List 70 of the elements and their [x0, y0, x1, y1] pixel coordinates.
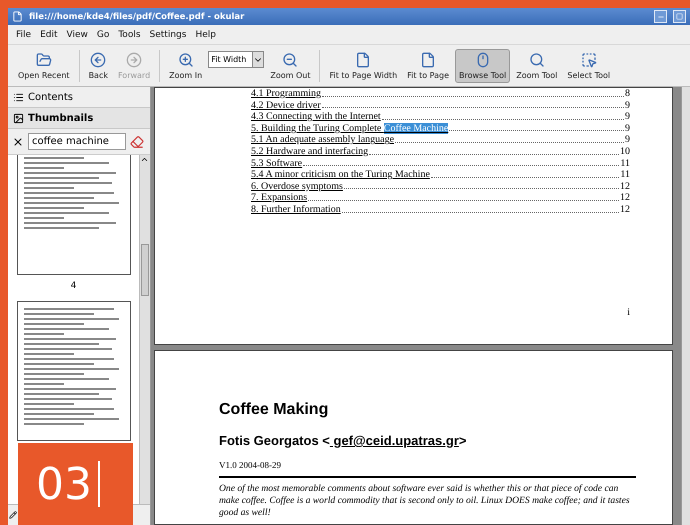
eraser-icon[interactable]: [130, 134, 144, 148]
toc-link[interactable]: 6. Overdose symptoms: [251, 180, 343, 192]
toolbar-button[interactable]: Open Recent: [14, 48, 74, 82]
toc-page-number: 9: [625, 100, 630, 112]
menu-item[interactable]: Go: [96, 30, 110, 40]
toc-page-number: 9: [625, 134, 630, 146]
menu-item[interactable]: Edit: [40, 30, 58, 40]
toc-link[interactable]: 5. Building the Turing Complete Coffee Machine: [251, 122, 448, 134]
toolbar-button[interactable]: Select Tool: [563, 48, 614, 82]
scrollbar[interactable]: [681, 87, 690, 525]
app-icon: [12, 11, 23, 22]
pencil-icon[interactable]: [9, 511, 17, 519]
toc-page-number: 12: [620, 192, 630, 204]
menu-item[interactable]: Help: [195, 30, 216, 40]
toc-link[interactable]: 4.3 Connecting with the Internet: [251, 111, 381, 123]
toc-link[interactable]: 5.3 Software: [251, 158, 302, 170]
scroll-up-icon[interactable]: [140, 155, 149, 164]
toolbar-button[interactable]: Zoom In: [165, 48, 206, 82]
toc-link[interactable]: 7. Expansions: [251, 192, 308, 204]
toolbar-button[interactable]: Browse Tool: [455, 48, 510, 82]
page-number: i: [627, 307, 630, 318]
sidebar-tab[interactable]: Thumbnails: [8, 108, 150, 129]
toc-page-number: 8: [625, 88, 630, 100]
list-icon: [13, 92, 24, 102]
zoom-dropdown[interactable]: Fit Width: [208, 51, 264, 68]
search-icon: [528, 52, 545, 68]
toc-link[interactable]: 5.4 A minor criticism on the Turing Machine: [251, 169, 430, 181]
toc-page-number: 12: [620, 204, 630, 216]
toc-page-number: 12: [620, 180, 630, 192]
page-thumbnail[interactable]: [16, 301, 130, 441]
toolbar-button[interactable]: Fit to Page Width: [325, 48, 402, 82]
menu-item[interactable]: View: [66, 30, 88, 40]
mouse-icon: [474, 52, 491, 68]
page-thumbnail[interactable]: [16, 155, 130, 275]
email-link[interactable]: gef@ceid.upatras.gr: [330, 433, 459, 448]
document-title: Coffee Making: [219, 401, 330, 419]
toolbar-button[interactable]: Back: [84, 48, 112, 82]
toc-page-number: 9: [625, 122, 630, 134]
menu-item[interactable]: Tools: [118, 30, 141, 40]
toc-page-number: 9: [625, 111, 630, 123]
toc-link[interactable]: 4.2 Device driver: [251, 100, 321, 112]
zoom-in-icon: [178, 52, 194, 68]
chapter-badge: 03: [18, 443, 133, 525]
page-icon: [420, 52, 436, 68]
version-text: V1.0 2004-08-29: [219, 460, 282, 470]
toc-link[interactable]: 8. Further Information: [251, 204, 341, 216]
clear-icon[interactable]: [12, 136, 24, 148]
author-line: Fotis Georgatos < gef@ceid.upatras.gr>: [219, 433, 468, 448]
abstract-text: One of the most memorable comments about software ever said is whether this or that piece of code can make coffee. Coffee is a world commodity that is second only to oil. Linux DOES make coffee; and it tastes good as well!: [219, 483, 631, 519]
window-title: file:///home/kde4/files/pdf/Coffee.pdf - okular: [29, 12, 246, 22]
zoom-out-icon: [282, 52, 298, 68]
image-icon: [13, 112, 24, 124]
toolbar-button[interactable]: Zoom Out: [266, 48, 314, 82]
toc-page-number: 10: [620, 146, 630, 158]
toc-page-number: 11: [620, 169, 630, 181]
selection-icon: [580, 52, 597, 68]
toolbar-button[interactable]: Fit to Page: [403, 48, 454, 82]
menu-item[interactable]: File: [16, 30, 32, 40]
menu-item[interactable]: Settings: [150, 30, 186, 40]
maximize-icon: [676, 13, 683, 20]
folder-icon: [36, 52, 52, 68]
toolbar-button[interactable]: Zoom Tool: [512, 48, 562, 82]
thumbnail-caption: 4: [70, 281, 76, 291]
search-field[interactable]: coffee machine: [28, 133, 126, 150]
toc-page-number: 11: [620, 158, 630, 170]
page-icon: [355, 52, 372, 68]
scrollbar-handle[interactable]: [141, 244, 149, 296]
toc-link[interactable]: 5.1 An adequate assembly language: [251, 134, 394, 146]
toc-link[interactable]: 5.2 Hardware and interfacing: [251, 146, 368, 158]
toc-link[interactable]: 4.1 Programming: [251, 88, 321, 100]
